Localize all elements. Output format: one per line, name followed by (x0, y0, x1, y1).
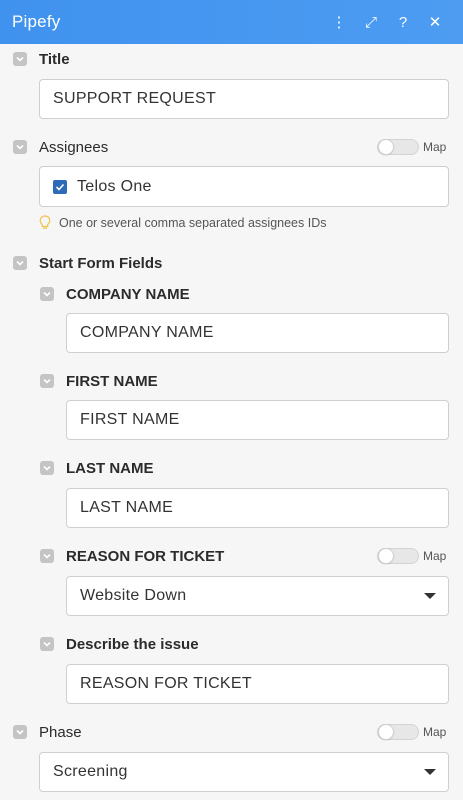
phase-label: Phase (39, 724, 82, 741)
toggle-knob (378, 548, 394, 564)
reason-selected-value: Website Down (80, 587, 187, 604)
telos-one-checkbox[interactable] (53, 179, 67, 194)
toggle-knob (378, 724, 394, 740)
assignee-option-label: Telos One (77, 177, 152, 195)
reason-map-label: Map (423, 549, 447, 563)
title-input[interactable]: SUPPORT REQUEST (39, 79, 449, 119)
describe-issue-label: Describe the issue (66, 636, 199, 653)
collapse-assignees-icon[interactable] (13, 140, 27, 154)
toggle-knob (378, 139, 394, 155)
expand-icon[interactable]: ⤢ (355, 0, 387, 44)
company-name-input[interactable]: COMPANY NAME (66, 313, 449, 353)
assignees-map-toggle[interactable] (377, 139, 419, 155)
collapse-start-form-icon[interactable] (13, 256, 27, 270)
more-vertical-icon[interactable]: ⋮ (323, 0, 355, 44)
close-icon[interactable]: ✕ (419, 0, 451, 44)
collapse-first-name-icon[interactable] (40, 374, 54, 388)
dialog-title: Pipefy (12, 12, 61, 31)
start-form-label: Start Form Fields (39, 255, 163, 272)
title-label: Title (39, 51, 70, 68)
reason-select[interactable]: Website Down (66, 576, 449, 616)
first-name-label: FIRST NAME (66, 373, 158, 390)
assignees-hint-text: One or several comma separated assignees… (59, 216, 327, 230)
phase-map-label: Map (423, 725, 447, 739)
assignees-map-label: Map (423, 140, 447, 154)
assignees-label: Assignees (39, 139, 109, 156)
describe-issue-input[interactable]: REASON FOR TICKET (66, 664, 449, 704)
phase-map-toggle[interactable] (377, 724, 419, 740)
collapse-phase-icon[interactable] (13, 725, 27, 739)
collapse-last-name-icon[interactable] (40, 461, 54, 475)
dialog-header: Pipefy ⋮ ⤢ ? ✕ (0, 0, 463, 44)
dropdown-caret-icon (424, 769, 436, 775)
assignees-select[interactable]: Telos One (39, 166, 449, 207)
reason-map-toggle[interactable] (377, 548, 419, 564)
collapse-describe-icon[interactable] (40, 637, 54, 651)
phase-selected-value: Screening (53, 763, 128, 780)
reason-label: REASON FOR TICKET (66, 548, 225, 565)
last-name-label: LAST NAME (66, 460, 154, 477)
lightbulb-icon (39, 215, 51, 229)
collapse-company-name-icon[interactable] (40, 287, 54, 301)
last-name-input[interactable]: LAST NAME (66, 488, 449, 528)
help-icon[interactable]: ? (387, 0, 419, 44)
first-name-input[interactable]: FIRST NAME (66, 400, 449, 440)
assignees-hint: One or several comma separated assignees… (39, 215, 327, 231)
phase-select[interactable]: Screening (39, 752, 449, 792)
dropdown-caret-icon (424, 593, 436, 599)
collapse-reason-icon[interactable] (40, 549, 54, 563)
company-name-label: COMPANY NAME (66, 286, 190, 303)
collapse-title-icon[interactable] (13, 52, 27, 66)
